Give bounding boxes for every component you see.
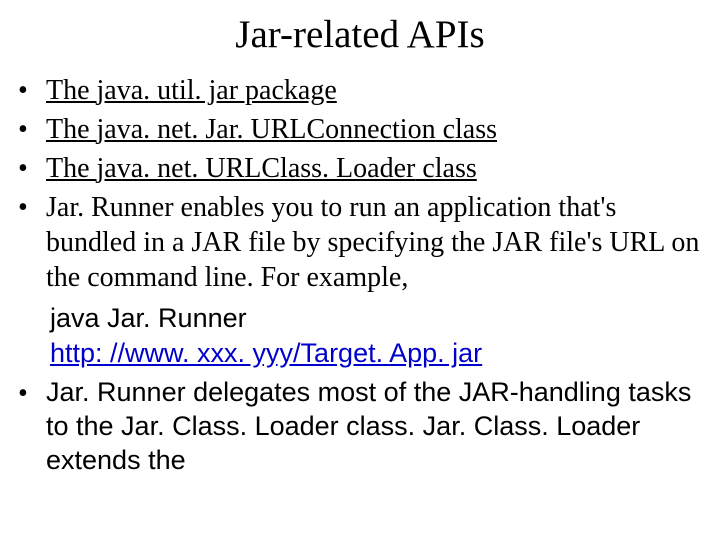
page-title: Jar-related APIs [14,12,706,57]
bullet-jar-runner-desc: Jar. Runner enables you to run an applic… [14,190,706,295]
bullet-text: The java. net. Jar. URLConnection class [46,114,497,145]
slide: Jar-related APIs The java. util. jar pac… [0,0,720,540]
bullet-jar-url-connection: The java. net. Jar. URLConnection class [14,112,706,147]
command-example: java Jar. Runner http: //www. xxx. yyy/T… [50,301,706,370]
bullet-text: The java. util. jar package [46,75,337,106]
bullet-jar-runner-delegates: Jar. Runner delegates most of the JAR-ha… [14,376,706,477]
bullet-java-util-jar: The java. util. jar package [14,73,706,108]
bullet-text: Jar. Runner enables you to run an applic… [46,192,699,293]
command-line: java Jar. Runner [50,303,247,333]
bullet-url-class-loader: The java. net. URLClass. Loader class [14,151,706,186]
command-url-link[interactable]: http: //www. xxx. yyy/Target. App. jar [50,338,482,368]
bullet-list-2: Jar. Runner delegates most of the JAR-ha… [14,376,706,477]
bullet-text: Jar. Runner delegates most of the JAR-ha… [46,377,691,475]
bullet-text: The java. net. URLClass. Loader class [46,153,477,184]
bullet-list: The java. util. jar package The java. ne… [14,73,706,295]
